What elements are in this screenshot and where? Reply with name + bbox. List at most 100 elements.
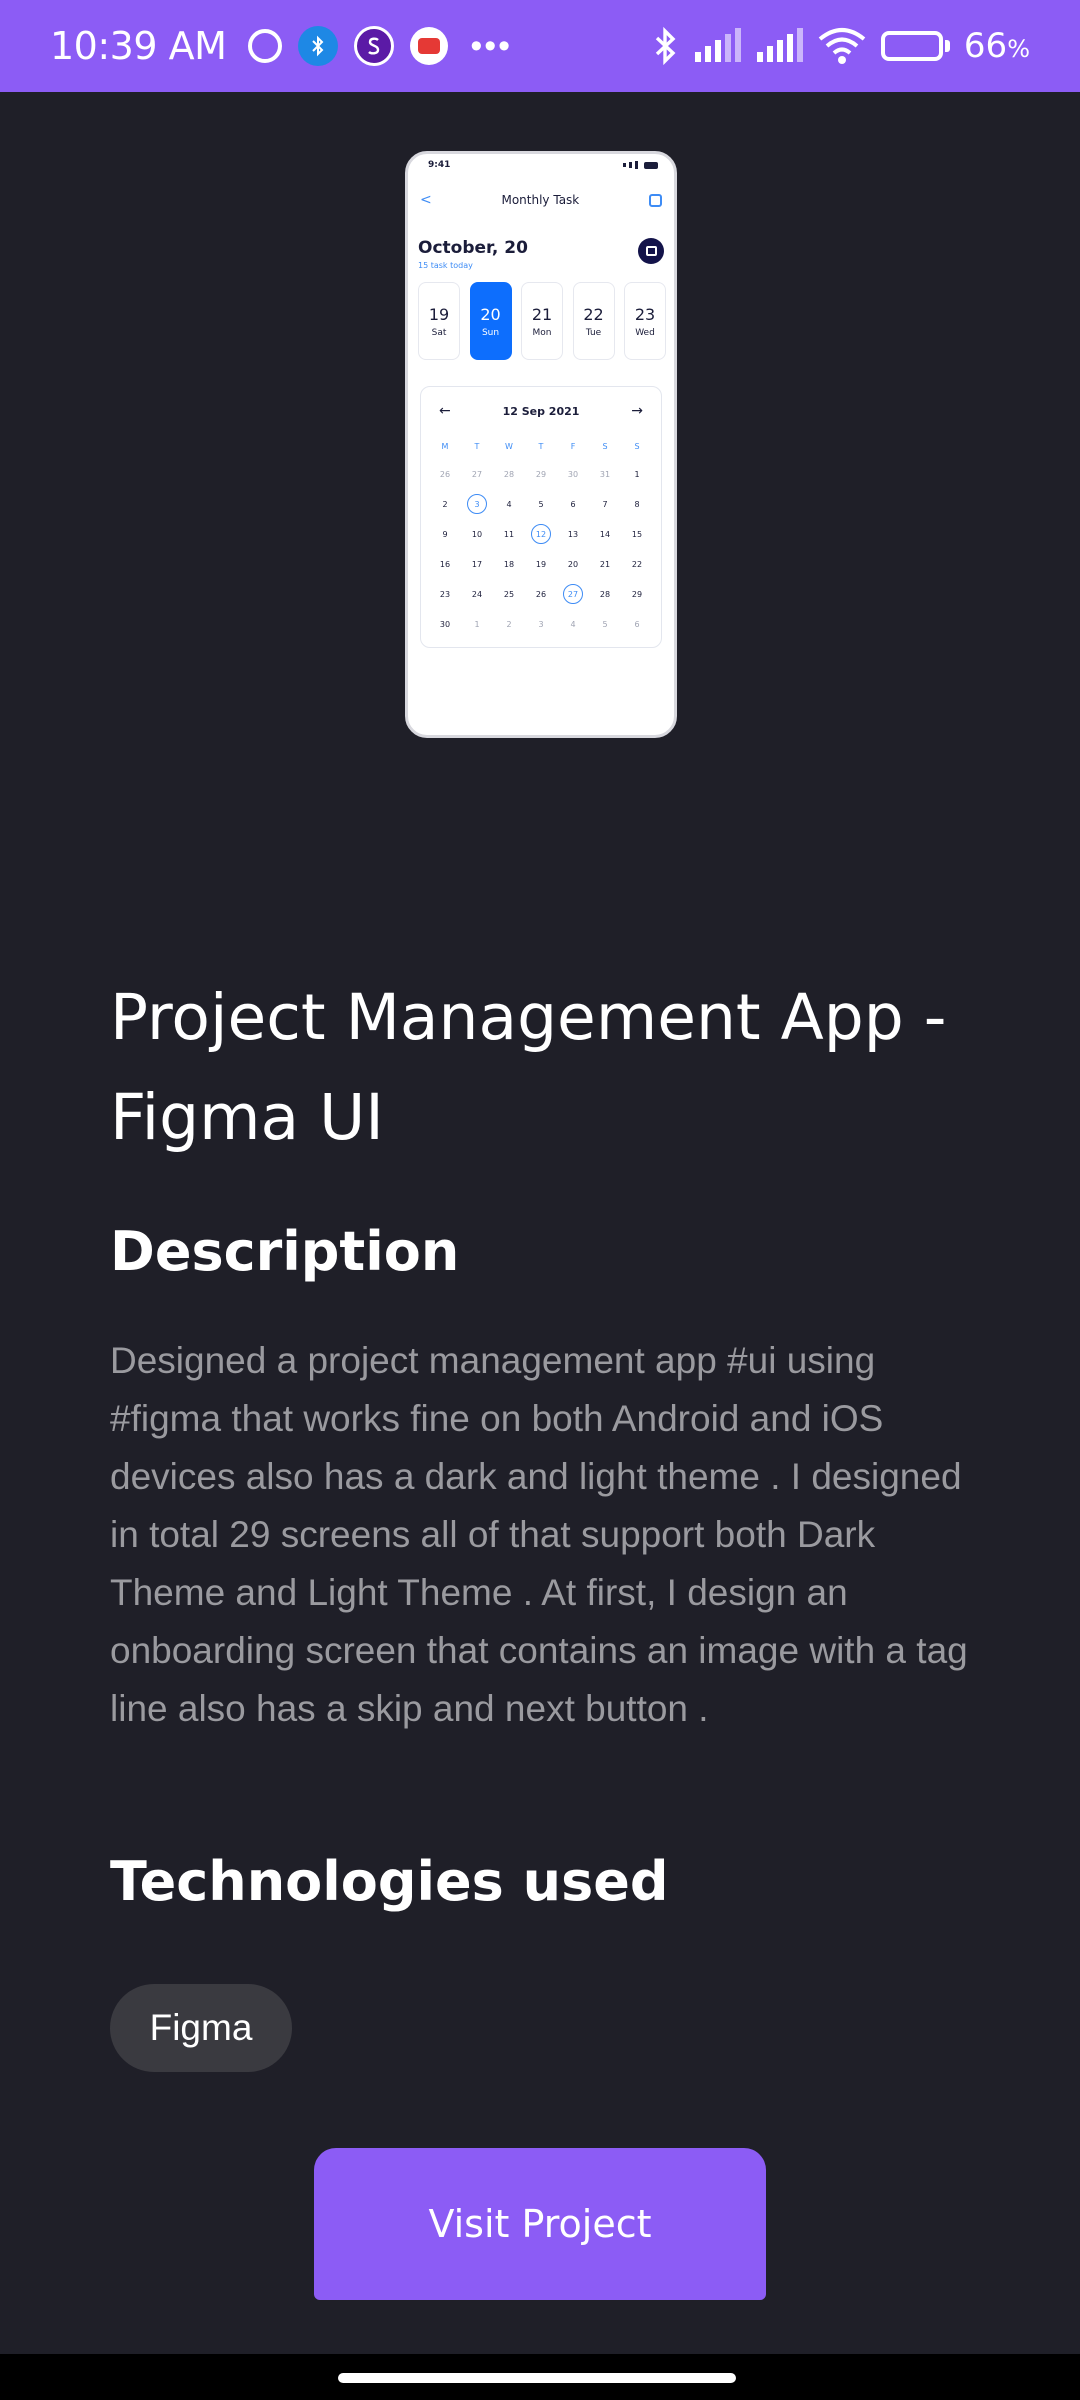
mockup-calendar-day: 15 (631, 529, 643, 539)
mockup-calendar-day: 28 (599, 589, 611, 599)
mockup-calendar-day: 6 (634, 619, 640, 629)
mockup-calendar-day: 28 (503, 469, 515, 479)
mockup-day-card: 23 Wed (624, 282, 666, 360)
mockup-weekday-label: W (505, 441, 513, 451)
mockup-calendar-day: 21 (599, 559, 611, 569)
bluetooth-icon (653, 26, 679, 66)
mockup-time: 9:41 (428, 160, 451, 170)
project-preview-image: 9:41 < Monthly Task October, 20 15 task … (405, 151, 677, 738)
mockup-calendar-label: 12 Sep 2021 (502, 404, 580, 418)
status-bar-right: 66% (653, 26, 1030, 66)
wifi-icon (817, 27, 867, 65)
mockup-header: < Monthly Task (408, 170, 674, 208)
mockup-day-number: 20 (480, 304, 501, 324)
mockup-calendar-day: 23 (439, 589, 451, 599)
mockup-calendar-day: 27 (557, 579, 589, 609)
mockup-weekday-label: S (634, 441, 640, 451)
mockup-day-number: 22 (583, 304, 604, 324)
signal-icon (693, 28, 741, 64)
mockup-subtitle: 15 task today (418, 261, 473, 270)
mockup-calendar-day: 3 (461, 489, 493, 519)
technologies-heading: Technologies used (110, 1850, 669, 1913)
mockup-calendar-day: 12 (525, 519, 557, 549)
mockup-calendar-icon (638, 238, 664, 264)
alarm-icon (248, 29, 283, 63)
mockup-calendar-day: 30 (567, 469, 579, 479)
mockup-calendar-day: 16 (439, 559, 451, 569)
mockup-calendar-day: 14 (599, 529, 611, 539)
mockup-calendar-grid: M T W T F S S 26 27 28 29 30 31 1 2 3 4 5 6 7 8 9 10 11 12 13 14 15… (429, 433, 653, 639)
mockup-calendar-day: 4 (506, 499, 512, 509)
mockup-weekday-label: F (570, 441, 576, 451)
mockup-calendar: ← 12 Sep 2021 → M T W T F S S 26 27 28 29 30 31 1 2 3 4 5… (420, 386, 662, 648)
battery-percent: 66% (963, 26, 1030, 66)
mockup-calendar-day: 9 (442, 529, 448, 539)
mockup-day-card: 20 Sun (469, 282, 512, 360)
mockup-calendar-day: 2 (442, 499, 448, 509)
mockup-signal-icon (623, 161, 658, 169)
mockup-calendar-day: 5 (602, 619, 608, 629)
s-app-icon (354, 26, 395, 66)
mockup-calendar-day: 25 (503, 589, 515, 599)
mockup-calendar-day: 31 (599, 469, 611, 479)
mockup-weekday-label: T (474, 441, 480, 451)
mockup-calendar-day: 20 (567, 559, 579, 569)
signal-icon (755, 28, 803, 64)
project-title: Project Management App - Figma UI (110, 981, 947, 1154)
status-bar: 10:39 AM ••• 66% (0, 0, 1080, 92)
mockup-calendar-day: 29 (535, 469, 547, 479)
mockup-date-row: October, 20 15 task today (408, 208, 674, 270)
visit-project-button[interactable]: Visit Project (314, 2148, 766, 2300)
mockup-calendar-day: 27 (471, 469, 483, 479)
mockup-calendar-day: 18 (503, 559, 515, 569)
project-description: Designed a project management app #ui us… (110, 1340, 968, 1729)
mockup-calendar-day: 30 (439, 619, 451, 629)
mockup-calendar-day: 13 (567, 529, 579, 539)
mockup-day-label: Sun (481, 327, 500, 338)
mockup-calendar-day: 19 (535, 559, 547, 569)
mockup-back-icon: < (420, 192, 432, 208)
mockup-next-arrow-icon: → (631, 403, 643, 419)
mockup-status-bar: 9:41 (408, 154, 674, 170)
mockup-calendar-day: 6 (570, 499, 576, 509)
description-heading: Description (110, 1220, 460, 1283)
mockup-calendar-day: 8 (634, 499, 640, 509)
mockup-calendar-day: 3 (538, 619, 544, 629)
mockup-calendar-day: 1 (634, 469, 640, 479)
mockup-prev-arrow-icon: ← (439, 403, 451, 419)
mockup-calendar-day: 4 (570, 619, 576, 629)
mockup-calendar-day: 26 (439, 469, 451, 479)
mockup-day-number: 23 (634, 304, 656, 324)
mockup-day-strip: 19 Sat 20 Sun 21 Mon 22 Tue 23 Wed (408, 270, 674, 360)
mockup-calendar-day: 29 (631, 589, 643, 599)
status-time: 10:39 AM (50, 24, 227, 68)
youtube-icon (410, 27, 449, 65)
home-gesture-handle[interactable] (338, 2373, 736, 2383)
mockup-calendar-day: 2 (506, 619, 512, 629)
mockup-day-card: 22 Tue (572, 282, 615, 360)
mockup-weekday-label: T (538, 441, 544, 451)
mockup-day-card: 19 Sat (418, 282, 460, 360)
mockup-calendar-day: 10 (471, 529, 483, 539)
more-notifications-icon: ••• (470, 26, 513, 65)
mockup-weekday-label: M (441, 441, 449, 451)
mockup-day-number: 21 (531, 304, 553, 324)
mockup-calendar-header: ← 12 Sep 2021 → (429, 397, 653, 433)
mockup-title: Monthly Task (501, 193, 580, 207)
mockup-calendar-day: 26 (535, 589, 547, 599)
bluetooth-app-icon (298, 26, 339, 66)
mockup-day-label: Tue (585, 327, 602, 338)
battery-icon (880, 31, 950, 61)
mockup-day-label: Sat (431, 327, 447, 338)
mockup-edit-icon (649, 193, 662, 207)
mockup-day-number: 19 (428, 304, 450, 324)
mockup-day-label: Wed (635, 327, 655, 338)
mockup-calendar-day: 7 (602, 499, 608, 509)
mockup-date: October, 20 (418, 238, 528, 258)
mockup-calendar-day: 17 (471, 559, 483, 569)
mockup-calendar-day: 22 (631, 559, 643, 569)
mockup-day-label: Mon (532, 327, 552, 338)
mockup-calendar-day: 24 (471, 589, 483, 599)
status-bar-left: 10:39 AM ••• (50, 24, 512, 68)
mockup-weekday-label: S (602, 441, 608, 451)
